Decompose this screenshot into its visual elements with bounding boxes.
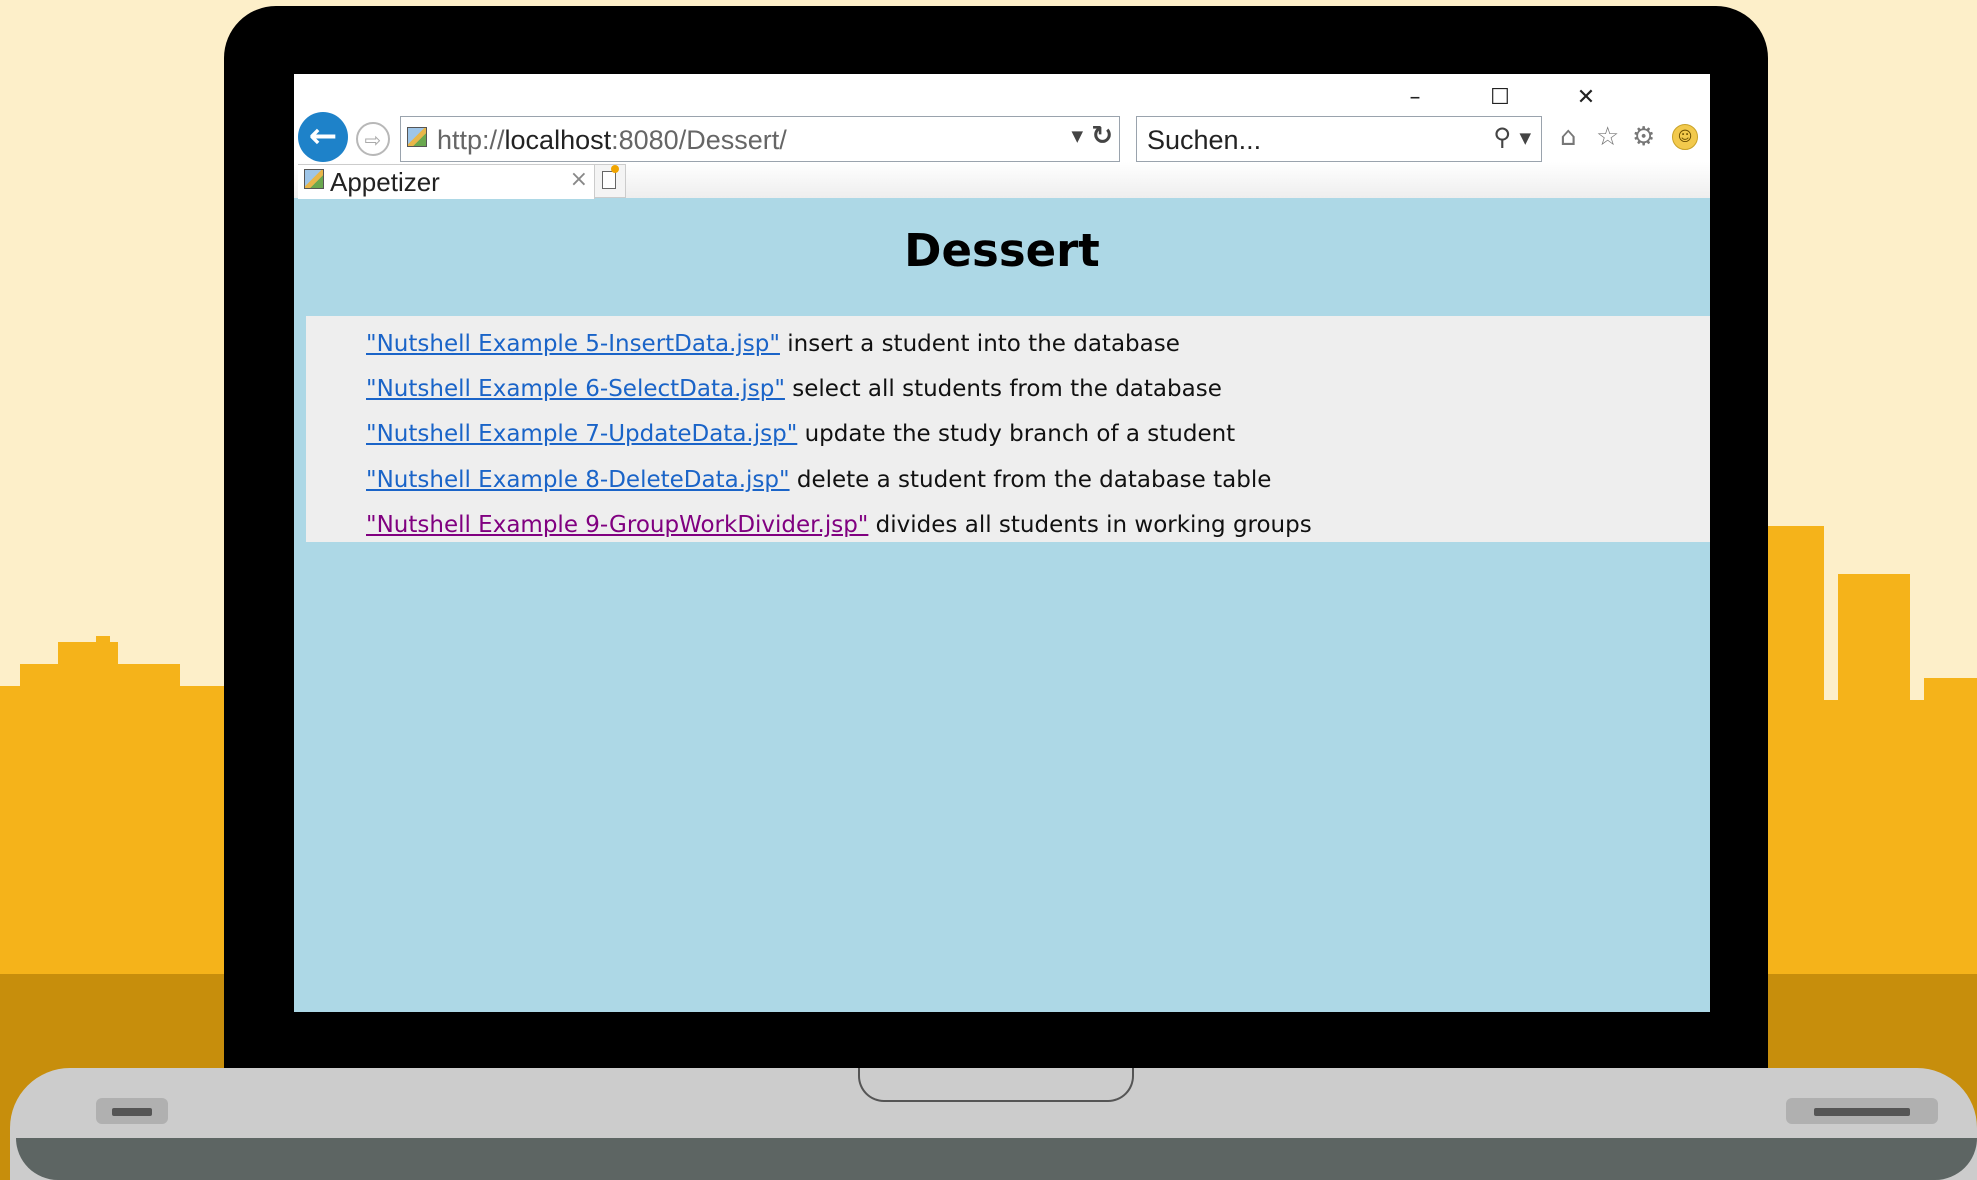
example-link[interactable]: "Nutshell Example 7-UpdateData.jsp" <box>366 421 797 447</box>
tab-favicon-icon <box>304 169 324 189</box>
search-input[interactable]: Suchen... <box>1147 125 1261 156</box>
example-description: divides all students in working groups <box>868 511 1312 538</box>
address-bar[interactable]: http://localhost:8080/Dessert/ ▼ ↻ <box>400 116 1120 162</box>
example-list-container: "Nutshell Example 5-InsertData.jsp" inse… <box>306 316 1710 542</box>
tab-appetizer[interactable]: Appetizer × <box>298 164 595 199</box>
forward-button[interactable]: ⇨ <box>356 122 390 156</box>
example-description: delete a student from the database table <box>789 466 1272 493</box>
search-box[interactable]: Suchen... ⚲ ▼ <box>1136 116 1542 162</box>
browser-chrome: – ☐ ✕ ← ⇨ http://localhost:8080/Dessert/… <box>294 74 1710 199</box>
example-link[interactable]: "Nutshell Example 8-DeleteData.jsp" <box>366 467 790 493</box>
search-dropdown-icon[interactable]: ▼ <box>1519 129 1531 147</box>
list-item: "Nutshell Example 6-SelectData.jsp" sele… <box>366 367 1312 412</box>
forward-arrow-icon: ⇨ <box>364 128 382 152</box>
laptop-base-bottom <box>16 1138 1977 1180</box>
page-favicon-icon <box>407 127 427 147</box>
maximize-button[interactable]: ☐ <box>1480 86 1520 110</box>
tab-close-icon[interactable]: × <box>570 167 588 192</box>
skyline-left <box>0 686 224 986</box>
address-dropdown-icon[interactable]: ▼ <box>1071 127 1083 145</box>
example-description: insert a student into the database <box>779 331 1180 357</box>
new-tab-button[interactable] <box>594 164 626 198</box>
settings-gear-icon[interactable]: ⚙ <box>1632 122 1655 152</box>
minimize-button[interactable]: – <box>1395 86 1435 110</box>
list-item: "Nutshell Example 8-DeleteData.jsp" dele… <box>366 458 1312 503</box>
new-tab-icon <box>602 171 616 189</box>
laptop-notch <box>858 1068 1134 1102</box>
tab-bar: Appetizer × <box>294 162 1710 199</box>
feedback-smiley-icon[interactable]: ☺ <box>1672 124 1698 150</box>
close-button[interactable]: ✕ <box>1566 86 1606 110</box>
search-icon[interactable]: ⚲ <box>1493 123 1511 151</box>
example-list: "Nutshell Example 5-InsertData.jsp" inse… <box>366 322 1312 548</box>
laptop-vent-right <box>1786 1098 1938 1124</box>
list-item: "Nutshell Example 7-UpdateData.jsp" upda… <box>366 412 1312 457</box>
tab-label: Appetizer <box>330 167 440 197</box>
favorites-star-icon[interactable]: ☆ <box>1596 122 1619 152</box>
list-item: "Nutshell Example 9-GroupWorkDivider.jsp… <box>366 503 1312 548</box>
example-link[interactable]: "Nutshell Example 9-GroupWorkDivider.jsp… <box>366 512 868 538</box>
example-description: select all students from the database <box>784 376 1222 403</box>
laptop-vent-left <box>96 1098 168 1124</box>
skyline-right <box>1768 700 1977 990</box>
address-url[interactable]: http://localhost:8080/Dessert/ <box>437 125 787 156</box>
example-description: update the study branch of a student <box>797 421 1236 448</box>
example-link[interactable]: "Nutshell Example 6-SelectData.jsp" <box>366 376 785 402</box>
refresh-icon[interactable]: ↻ <box>1091 121 1113 151</box>
skyline-left-spire <box>96 636 110 656</box>
skyline-right-block <box>1838 574 1910 734</box>
example-link[interactable]: "Nutshell Example 5-InsertData.jsp" <box>366 331 780 357</box>
skyline-right-low <box>1924 678 1977 718</box>
back-arrow-icon: ← <box>308 116 338 156</box>
browser-window: – ☐ ✕ ← ⇨ http://localhost:8080/Dessert/… <box>294 74 1710 1012</box>
laptop-illustration: – ☐ ✕ ← ⇨ http://localhost:8080/Dessert/… <box>0 0 1977 1180</box>
list-item: "Nutshell Example 5-InsertData.jsp" inse… <box>366 322 1312 367</box>
home-icon[interactable]: ⌂ <box>1560 122 1577 152</box>
skyline-right-tower <box>1768 526 1824 726</box>
page-title: Dessert <box>904 224 1100 277</box>
back-button[interactable]: ← <box>298 112 348 162</box>
